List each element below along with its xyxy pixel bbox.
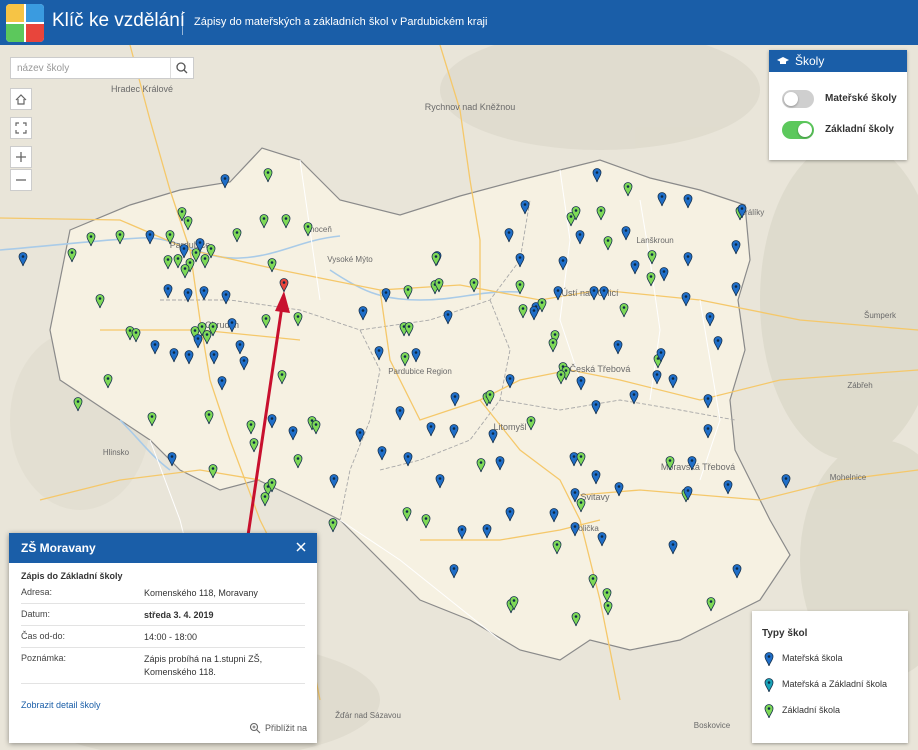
toggle-zakladni-label: Základní školy [825, 124, 894, 135]
legend-label-materska: Mateřská škola [782, 653, 843, 663]
schools-layer-panel: Školy Mateřské školy Základní školy [769, 50, 907, 160]
zoom-to-label: Přiblížit na [264, 723, 307, 733]
school-types-legend: Typy škol Mateřská škola Mateřská a Zákl… [752, 611, 908, 743]
close-button[interactable] [293, 539, 309, 555]
app-header: Klíč ke vzdělání Zápisy do mateřských a … [0, 0, 918, 45]
zoom-in-icon [249, 722, 261, 734]
legend-title: Typy škol [762, 628, 808, 639]
zoom-to-button[interactable]: Přiblížit na [249, 722, 307, 734]
minus-icon [16, 179, 26, 181]
blue-marker-icon [764, 651, 774, 666]
expand-icon [15, 122, 27, 134]
map-label: Rychnov nad Kněžnou [425, 102, 516, 112]
close-icon [296, 542, 306, 552]
zoom-in-button[interactable] [10, 146, 32, 168]
popup-header: ZŠ Moravany [9, 533, 317, 563]
schools-panel-header: Školy [769, 50, 907, 72]
address-key: Adresa: [21, 587, 53, 597]
zoom-out-button[interactable] [10, 169, 32, 191]
app-title: Klíč ke vzdělání [52, 10, 186, 31]
map-label: Mohelnice [830, 473, 867, 482]
popup-row-date: Datum: středa 3. 4. 2019 [21, 603, 305, 626]
address-value: Komenského 118, Moravany [144, 588, 258, 598]
legend-label-materska-zakladni: Mateřská a Základní škola [782, 679, 888, 689]
schools-panel-title: Školy [795, 54, 825, 68]
legend-item-materska-zakladni: Mateřská a Základní škola [764, 675, 887, 693]
home-button[interactable] [10, 88, 32, 110]
toggle-materske-label: Mateřské školy [825, 93, 897, 104]
search-button[interactable] [170, 58, 193, 78]
header-divider [182, 11, 183, 35]
school-popup: ZŠ Moravany Zápis do Základní školy Adre… [9, 533, 317, 743]
note-value: Zápis probíhá na 1.stupni ZŠ, Komenského… [144, 654, 263, 677]
legend-item-zakladni: Základní škola [764, 701, 840, 719]
home-icon [15, 94, 27, 105]
date-key: Datum: [21, 609, 51, 619]
green-marker-icon [764, 703, 774, 718]
map-label: Boskovice [694, 721, 731, 730]
map-label: Šumperk [864, 311, 897, 320]
popup-row-note: Poznámka: Zápis probíhá na 1.stupni ZŠ, … [21, 647, 305, 684]
map-label: Pardubice Region [388, 367, 452, 376]
app-subtitle: Zápisy do mateřských a základních škol v… [194, 16, 488, 28]
popup-title: ZŠ Moravany [21, 541, 96, 555]
graduation-cap-icon [777, 57, 789, 64]
time-key: Čas od-do: [21, 631, 66, 641]
map-label: Litomyšl [493, 422, 526, 432]
popup-subtitle: Zápis do Základní školy [21, 571, 123, 581]
map-label: Zábřeh [847, 381, 872, 390]
legend-item-materska: Mateřská škola [764, 649, 843, 667]
note-key: Poznámka: [21, 653, 67, 663]
legend-label-zakladni: Základní škola [782, 705, 841, 715]
map-label: Vysoké Mýto [327, 255, 373, 264]
time-value: 14:00 - 18:00 [144, 632, 198, 642]
date-value: středa 3. 4. 2019 [144, 610, 214, 620]
fullscreen-button[interactable] [10, 117, 32, 139]
school-detail-link[interactable]: Zobrazit detail školy [21, 700, 101, 710]
blue-green-marker-icon [764, 677, 774, 692]
plus-icon [16, 152, 26, 162]
map-label: Česká Třebová [570, 364, 631, 374]
toggle-materske-skoly[interactable] [782, 90, 814, 108]
map-label: Hlinsko [103, 448, 130, 457]
popup-row-time: Čas od-do: 14:00 - 18:00 [21, 625, 305, 648]
puzzle-logo-icon [6, 4, 44, 42]
map-label: Lanškroun [636, 236, 673, 245]
search-input[interactable] [11, 58, 183, 78]
toggle-zakladni-skoly[interactable] [782, 121, 814, 139]
map-label: Hradec Králové [111, 84, 173, 94]
map-label: Žďár nad Sázavou [335, 711, 401, 720]
popup-row-address: Adresa: Komenského 118, Moravany [21, 581, 305, 604]
school-search [10, 57, 194, 79]
search-icon [176, 62, 188, 74]
